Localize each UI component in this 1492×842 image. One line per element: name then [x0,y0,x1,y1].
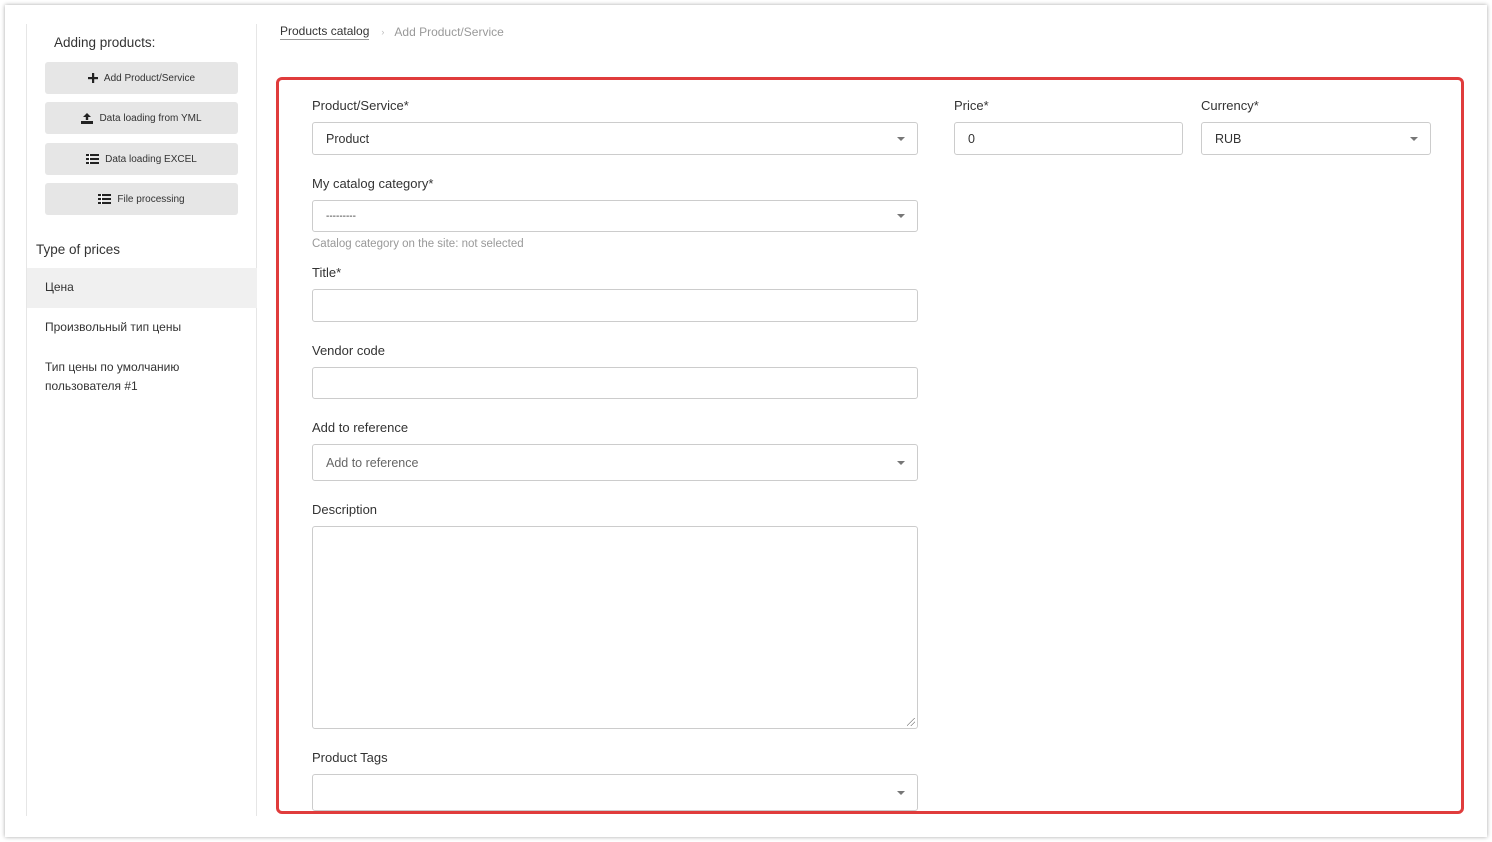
adding-products-heading: Adding products: [54,35,156,50]
product-form: Product/Service* Product Price* 0 Curren… [276,77,1464,814]
product-service-value: Product [326,131,370,146]
price-type-item[interactable]: Цена [27,268,257,308]
catalog-category-hint: Catalog category on the site: not select… [312,238,524,250]
chevron-right-icon: › [381,27,385,37]
add-product-button[interactable]: Add Product/Service [45,62,238,94]
title-label: Title* [312,265,342,280]
product-service-label: Product/Service* [312,98,409,113]
price-value: 0 [968,131,975,146]
vendor-code-label: Vendor code [312,343,386,358]
breadcrumb-products-catalog[interactable]: Products catalog [280,24,370,40]
yml-loading-label: Data loading from YML [99,112,202,124]
product-tags-label: Product Tags [312,750,388,765]
vendor-code-input[interactable] [312,367,918,399]
price-type-item[interactable]: Тип цены по умолчанию пользователя #1 [27,358,257,396]
price-type-label: пользователя #1 [45,379,138,393]
description-textarea[interactable] [312,526,918,729]
excel-loading-label: Data loading EXCEL [105,153,197,165]
product-service-select[interactable]: Product [312,122,918,155]
catalog-category-label: My catalog category* [312,176,434,191]
resize-handle-icon[interactable] [907,718,915,726]
upload-icon [81,112,94,124]
file-processing-label: File processing [117,193,185,205]
add-product-label: Add Product/Service [103,72,196,84]
description-label: Description [312,502,378,517]
price-type-label: Цена [45,280,74,294]
breadcrumb: Products catalog › Add Product/Service [280,24,504,40]
add-to-reference-placeholder: Add to reference [326,455,419,470]
add-to-reference-label: Add to reference [312,420,409,435]
catalog-category-select[interactable]: --------- [312,200,918,232]
yml-loading-button[interactable]: Data loading from YML [45,102,238,134]
currency-select[interactable]: RUB [1201,122,1431,155]
sidebar: Adding products: Add Product/Service Dat… [26,24,257,816]
table-icon [86,154,100,164]
product-tags-select[interactable] [312,774,918,811]
currency-label: Currency* [1201,98,1259,113]
excel-loading-button[interactable]: Data loading EXCEL [45,143,238,175]
price-type-label: Произвольный тип цены [45,320,182,334]
currency-value: RUB [1215,131,1242,146]
file-processing-button[interactable]: File processing [45,183,238,215]
file-list-icon [98,194,112,204]
price-type-label: Тип цены по умолчанию [45,360,180,374]
catalog-category-value: --------- [326,210,356,222]
breadcrumb-current: Add Product/Service [394,25,504,39]
add-to-reference-select[interactable]: Add to reference [312,444,918,481]
price-type-item[interactable]: Произвольный тип цены [27,318,257,337]
price-input[interactable]: 0 [954,122,1183,155]
type-of-prices-heading: Type of prices [36,242,121,257]
plus-icon [87,73,98,83]
title-input[interactable] [312,289,918,322]
price-label: Price* [954,98,989,113]
